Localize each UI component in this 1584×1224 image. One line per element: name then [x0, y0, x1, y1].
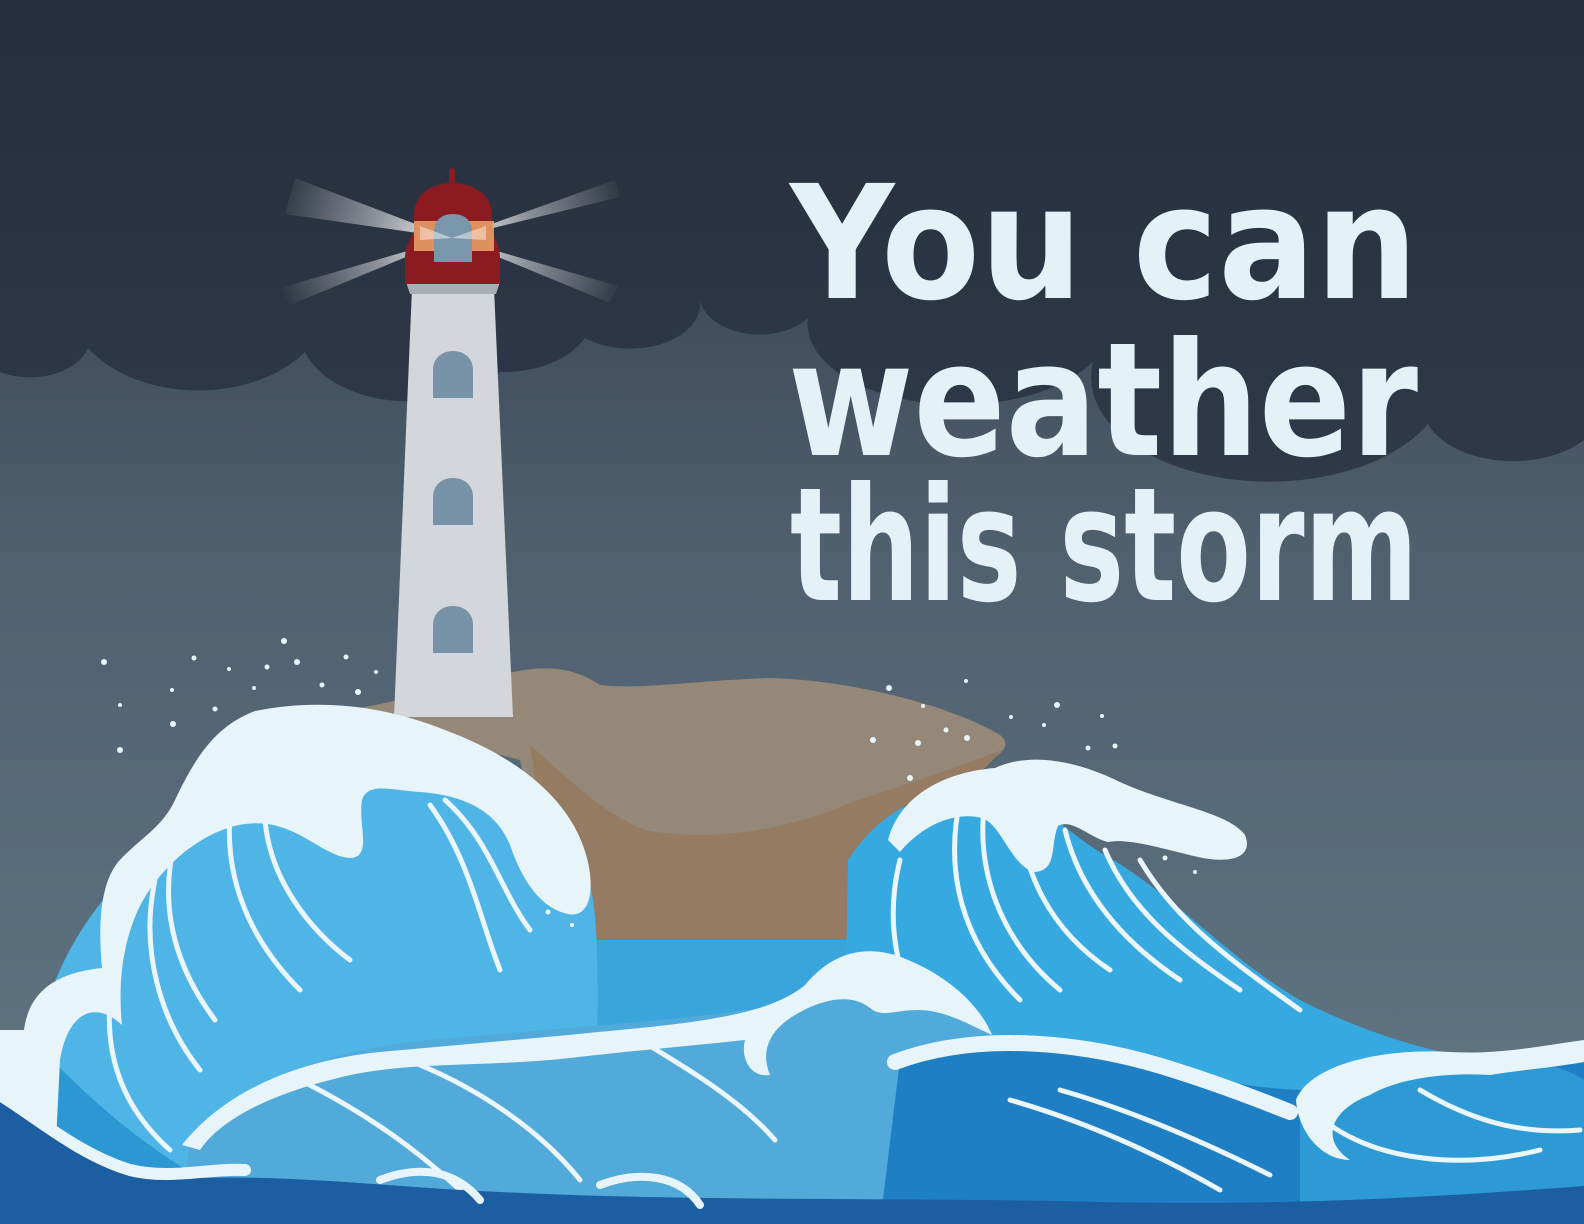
spray-drop: [1009, 715, 1013, 719]
spray-drop: [281, 638, 287, 644]
spray-drop: [545, 909, 551, 915]
spray-drop: [907, 775, 913, 781]
spray-drop: [915, 740, 921, 746]
spray-drop: [212, 706, 218, 712]
spray-drop: [886, 685, 892, 691]
spray-drop: [264, 664, 270, 670]
spray-drop: [191, 655, 197, 661]
spray-drop: [355, 689, 361, 695]
tower-window-bottom: [433, 606, 473, 653]
tower-window-top: [433, 351, 473, 398]
tower-window-middle: [433, 478, 473, 525]
spray-drop: [570, 923, 574, 927]
spray-drop: [170, 721, 176, 727]
spray-drop: [1085, 745, 1091, 751]
spray-drop: [964, 735, 970, 741]
spray-drop: [343, 654, 349, 660]
spray-drop: [117, 747, 123, 753]
spray-drop: [294, 659, 300, 665]
spray-drop: [1042, 723, 1046, 727]
spray-drop: [227, 667, 231, 671]
spray-drop: [870, 737, 876, 743]
spray-drop: [921, 704, 925, 708]
spray-drop: [374, 670, 378, 674]
spray-drop: [118, 703, 122, 707]
headline-line-3: this storm: [790, 454, 1418, 638]
spray-drop: [964, 679, 968, 683]
spray-drop: [1193, 870, 1197, 874]
spray-drop: [170, 688, 174, 692]
spray-drop: [1112, 743, 1118, 749]
spray-drop: [1054, 702, 1060, 708]
spray-drop: [1162, 855, 1168, 861]
spray-drop: [252, 686, 256, 690]
spray-drop: [327, 705, 333, 711]
storm-poster: You can weather this storm: [0, 0, 1584, 1224]
headline: You can weather this storm: [788, 152, 1418, 638]
spray-drop: [1100, 714, 1104, 718]
spray-drop: [101, 659, 107, 665]
spray-drop: [319, 682, 325, 688]
spray-drop: [943, 727, 949, 733]
